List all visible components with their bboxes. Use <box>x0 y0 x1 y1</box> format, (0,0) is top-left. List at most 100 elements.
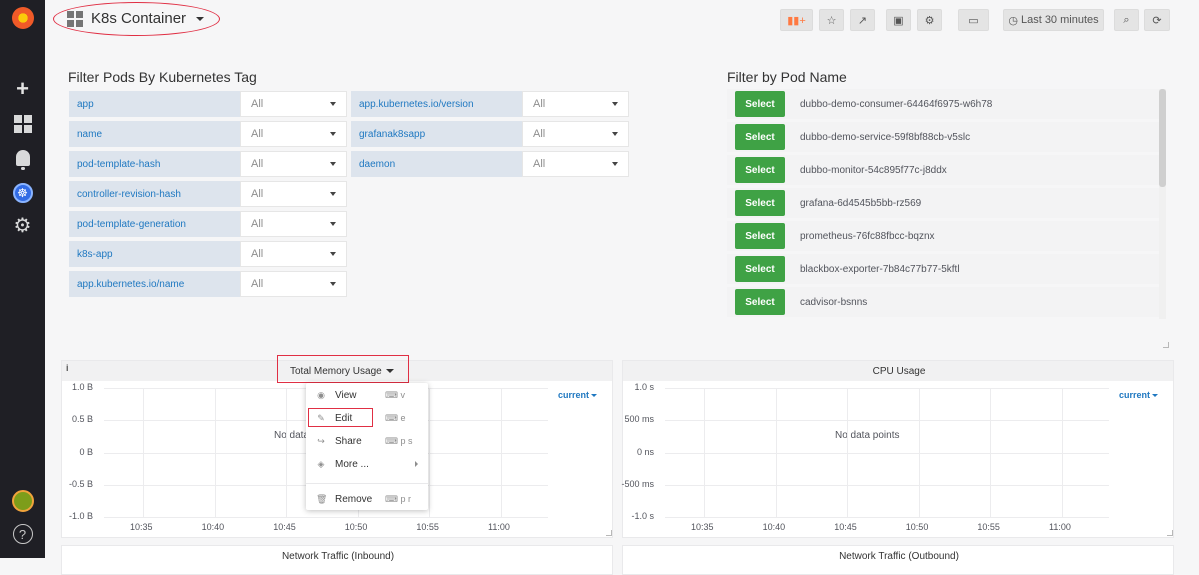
panel-info-icon[interactable]: i <box>66 363 69 373</box>
legend-current[interactable]: current <box>1119 390 1159 400</box>
y-tick-label: 500 ms <box>624 414 654 425</box>
share-icon: ↪ <box>317 435 325 446</box>
title-highlight-annotation <box>53 2 220 36</box>
share-dashboard-button[interactable]: ↗ <box>850 9 875 31</box>
menu-shortcut: ⌨ p r <box>385 494 411 505</box>
help-icon[interactable]: ? <box>0 519 45 549</box>
kubernetes-app-icon[interactable]: ☸ <box>0 178 45 208</box>
zoom-icon: ⌕ <box>1123 13 1130 26</box>
zoom-out-button[interactable]: ⌕ <box>1114 9 1139 31</box>
filter-value-select[interactable]: All <box>240 241 347 267</box>
star-dashboard-button[interactable]: ☆ <box>819 9 844 31</box>
filter-value-select[interactable]: All <box>522 151 629 177</box>
keyboard-icon: ⌨ <box>385 412 401 423</box>
edit-highlight-annotation <box>308 408 373 427</box>
menu-item-more[interactable]: ◈ More ... <box>306 453 428 475</box>
y-tick-label: 0 B <box>79 446 93 457</box>
shortcut-keys: v <box>400 389 406 400</box>
select-pod-button[interactable]: Select <box>735 223 785 249</box>
pod-row: Select dubbo-monitor-54c895f77c-j8ddx <box>727 155 1159 185</box>
keyboard-icon: ⌨ <box>385 389 401 400</box>
filter-value-select[interactable]: All <box>240 181 347 207</box>
tv-mode-button[interactable]: ▭ <box>958 9 989 31</box>
network-inbound-title[interactable]: Network Traffic (Inbound) <box>62 551 614 562</box>
filter-value-select[interactable]: All <box>240 271 347 297</box>
grafana-logo-icon[interactable] <box>0 3 45 33</box>
caret-down-icon <box>612 132 618 136</box>
gridline <box>665 420 1109 422</box>
configuration-gear-icon[interactable]: ⚙ <box>0 211 45 241</box>
menu-item-view[interactable]: ◉ View ⌨ v <box>306 384 428 406</box>
create-plus-icon[interactable]: + <box>0 74 45 104</box>
dashboard-settings-button[interactable]: ⚙ <box>917 9 942 31</box>
gridline <box>918 388 920 517</box>
gridline <box>214 388 216 517</box>
filter-value: All <box>533 158 546 170</box>
select-pod-button[interactable]: Select <box>735 91 785 117</box>
pod-name: dubbo-demo-service-59f8bf88cb-v5slc <box>800 131 971 143</box>
select-pod-button[interactable]: Select <box>735 124 785 150</box>
menu-item-remove[interactable]: 🗑 Remove ⌨ p r <box>306 488 428 510</box>
select-pod-button[interactable]: Select <box>735 289 785 315</box>
pod-name: cadvisor-bsnns <box>800 296 868 308</box>
y-tick-label: -0.5 B <box>68 478 93 489</box>
caret-down-icon <box>612 102 618 106</box>
menu-item-share[interactable]: ↪ Share ⌨ p s <box>306 430 428 452</box>
monitor-icon: ▭ <box>968 14 979 27</box>
filter-value: All <box>251 188 264 200</box>
filter-value-select[interactable]: All <box>522 91 629 117</box>
filter-label: pod-template-generation <box>69 211 240 237</box>
filter-tags-title: Filter Pods By Kubernetes Tag <box>68 69 257 85</box>
filter-value: All <box>533 98 546 110</box>
save-dashboard-button[interactable]: ▣ <box>886 9 911 31</box>
add-panel-button[interactable]: ▮▮+ <box>780 9 813 31</box>
filter-label: app <box>69 91 240 117</box>
cube-icon: ◈ <box>317 458 325 469</box>
pod-name: prometheus-76fc88fbcc-bqznx <box>800 230 935 242</box>
pod-name: dubbo-monitor-54c895f77c-j8ddx <box>800 164 947 176</box>
eye-icon: ◉ <box>317 389 325 400</box>
x-tick-label: 10:50 <box>344 522 368 532</box>
refresh-button[interactable]: ⟳ <box>1144 9 1170 31</box>
menu-item-label: More ... <box>335 458 369 470</box>
cpu-panel-title[interactable]: CPU Usage <box>623 366 1175 377</box>
menu-item-label: Share <box>335 435 362 447</box>
legend-current-text: current <box>1119 390 1151 400</box>
title-highlight-annotation <box>277 355 409 383</box>
filter-row: pod-template-generation All <box>69 211 347 237</box>
resize-handle[interactable] <box>1163 342 1169 348</box>
caret-down-icon <box>330 282 336 286</box>
time-picker-button[interactable]: ◷ Last 30 minutes <box>1003 9 1104 31</box>
select-pod-button[interactable]: Select <box>735 190 785 216</box>
x-tick-label: 11:00 <box>488 522 510 532</box>
shortcut-keys: p s <box>400 435 413 446</box>
network-outbound-title[interactable]: Network Traffic (Outbound) <box>623 551 1175 562</box>
menu-item-label: Remove <box>335 493 373 505</box>
no-data-message: No data points <box>835 430 900 441</box>
side-menu: + ☸ ⚙ ? <box>0 0 45 558</box>
dashboards-grid-icon[interactable] <box>0 109 45 139</box>
trash-icon: 🗑 <box>316 493 328 504</box>
filter-value-select[interactable]: All <box>240 211 347 237</box>
pod-list: Select dubbo-demo-consumer-64464f6975-w6h… <box>727 89 1167 319</box>
caret-down-icon <box>330 222 336 226</box>
user-avatar[interactable] <box>0 486 45 516</box>
legend-current[interactable]: current <box>558 390 598 400</box>
select-pod-button[interactable]: Select <box>735 256 785 282</box>
refresh-icon: ⟳ <box>1152 14 1162 27</box>
alerting-bell-icon[interactable] <box>0 143 45 173</box>
x-tick-label: 10:45 <box>273 522 296 532</box>
resize-handle[interactable] <box>1167 530 1173 536</box>
pod-list-scroll-thumb[interactable] <box>1159 89 1166 187</box>
filter-value-select[interactable]: All <box>240 91 347 117</box>
filter-value-select[interactable]: All <box>240 151 347 177</box>
select-pod-button[interactable]: Select <box>735 157 785 183</box>
menu-divider <box>306 483 428 484</box>
filter-value: All <box>251 278 264 290</box>
gridline <box>847 388 849 517</box>
y-tick-label: 0 ns <box>636 446 654 457</box>
resize-handle[interactable] <box>606 530 612 536</box>
filter-value-select[interactable]: All <box>240 121 347 147</box>
filter-value-select[interactable]: All <box>522 121 629 147</box>
pod-row: Select dubbo-demo-consumer-64464f6975-w6h… <box>727 89 1159 119</box>
